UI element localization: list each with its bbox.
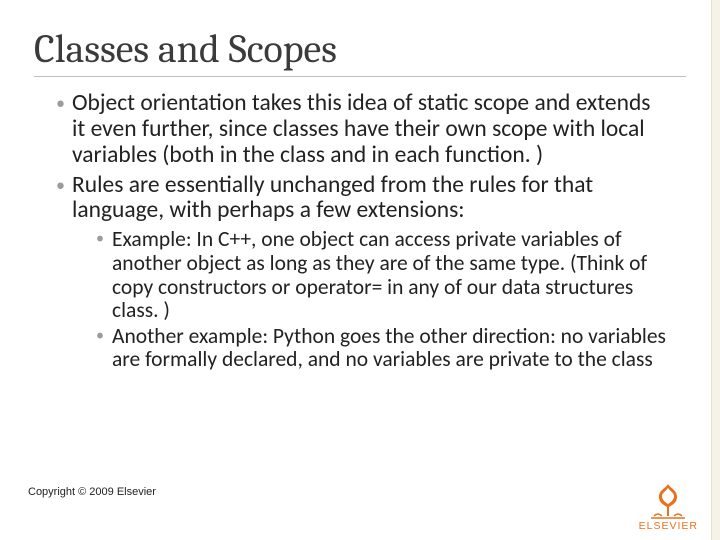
bullet-list: Object orientation takes this idea of st… <box>56 91 668 372</box>
publisher-brand: ELSEVIER <box>639 480 698 532</box>
list-item: Example: In C++, one object can access p… <box>96 228 668 323</box>
slide: Classes and Scopes Object orientation ta… <box>0 0 720 540</box>
bullet-text: Another example: Python goes the other d… <box>112 323 666 373</box>
bullet-text: Object orientation takes this idea of st… <box>72 89 650 169</box>
accent-bar <box>711 0 720 540</box>
list-item: Rules are essentially unchanged from the… <box>56 173 668 373</box>
bullet-text: Rules are essentially unchanged from the… <box>72 171 593 225</box>
elsevier-tree-icon <box>645 480 691 520</box>
sub-bullet-list: Example: In C++, one object can access p… <box>72 228 668 372</box>
list-item: Object orientation takes this idea of st… <box>56 91 668 169</box>
slide-body: Object orientation takes this idea of st… <box>0 77 720 372</box>
bullet-text: Example: In C++, one object can access p… <box>112 226 647 323</box>
slide-title: Classes and Scopes <box>0 0 720 70</box>
list-item: Another example: Python goes the other d… <box>96 325 668 372</box>
publisher-name: ELSEVIER <box>639 520 698 532</box>
copyright-notice: Copyright © 2009 Elsevier <box>28 486 156 498</box>
